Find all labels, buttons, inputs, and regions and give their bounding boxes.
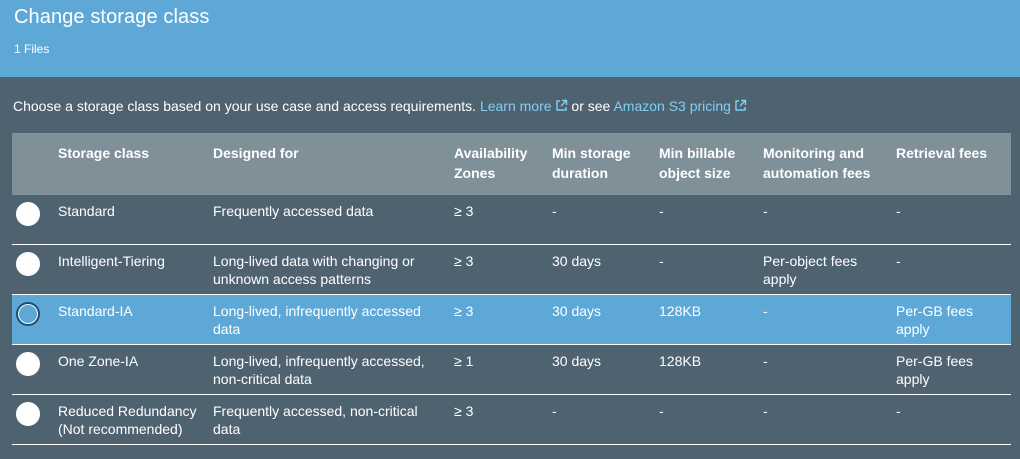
learn-more-link[interactable]: Learn more (480, 98, 568, 114)
availability-zones: ≥ 3 (454, 403, 474, 419)
column-header: Storage class (58, 145, 150, 161)
min-storage-duration: 30 days (552, 253, 602, 269)
designed-for: Long-lived, infrequently accessed data (213, 303, 421, 337)
availability-zones: ≥ 3 (454, 303, 474, 319)
column-header: Designed for (213, 145, 299, 161)
monitoring-fees: - (763, 353, 768, 369)
radio-button[interactable] (16, 352, 40, 376)
availability-zones: ≥ 3 (454, 253, 474, 269)
page-title: Change storage class (14, 6, 210, 28)
storage-class-table: Storage class Designed for Availability … (12, 133, 1011, 446)
monitoring-fees: - (763, 403, 768, 419)
column-header: Retrieval fees (896, 145, 988, 161)
monitoring-fees: - (763, 303, 768, 319)
designed-for: Frequently accessed, non-critical data (213, 403, 418, 437)
radio-button[interactable] (16, 302, 40, 326)
or-see-text: or see (571, 98, 611, 114)
pricing-label: Amazon S3 pricing (613, 98, 731, 114)
monitoring-fees: Per-object fees apply (763, 253, 858, 287)
radio-button[interactable] (16, 252, 40, 276)
storage-class-name: Standard (58, 203, 115, 219)
retrieval-fees: - (896, 203, 901, 219)
external-link-icon (735, 99, 747, 111)
min-storage-duration: 30 days (552, 303, 602, 319)
table-row[interactable]: Standard Frequently accessed data ≥ 3 - … (12, 195, 1011, 245)
column-header: Min storage duration (552, 145, 631, 181)
file-count: 1 Files (14, 42, 50, 56)
min-billable-size: 128KB (659, 303, 702, 319)
table-header: Storage class Designed for Availability … (12, 133, 1011, 195)
monitoring-fees: - (763, 203, 768, 219)
min-billable-size: - (659, 403, 664, 419)
column-header: Min billable object size (659, 145, 736, 181)
availability-zones: ≥ 3 (454, 203, 474, 219)
column-header: Availability Zones (454, 145, 528, 181)
intro-text: Choose a storage class based on your use… (13, 98, 747, 114)
intro-description: Choose a storage class based on your use… (13, 98, 477, 114)
storage-class-name: One Zone-IA (58, 353, 139, 369)
learn-more-label: Learn more (479, 98, 552, 114)
table-row[interactable]: Intelligent-Tiering Long-lived data with… (12, 245, 1011, 295)
min-storage-duration: - (552, 403, 557, 419)
storage-class-name: Standard-IA (58, 303, 133, 319)
min-billable-size: - (659, 203, 664, 219)
availability-zones: ≥ 1 (454, 353, 474, 369)
pricing-link[interactable]: Amazon S3 pricing (613, 98, 747, 114)
table-row[interactable]: Reduced Redundancy (Not recommended) Fre… (12, 395, 1011, 445)
radio-button[interactable] (16, 202, 40, 226)
retrieval-fees: Per-GB fees apply (896, 303, 974, 337)
table-row[interactable]: One Zone-IA Long-lived, infrequently acc… (12, 345, 1011, 395)
designed-for: Long-lived, infrequently accessed, non-c… (213, 353, 425, 387)
min-billable-size: 128KB (659, 353, 702, 369)
retrieval-fees: - (896, 403, 901, 419)
min-billable-size: - (659, 253, 664, 269)
designed-for: Frequently accessed data (213, 203, 374, 219)
retrieval-fees: - (896, 253, 901, 269)
min-storage-duration: - (552, 203, 557, 219)
radio-button[interactable] (16, 402, 40, 426)
column-header: Monitoring and automation fees (763, 145, 871, 181)
external-link-icon (555, 99, 567, 111)
min-storage-duration: 30 days (552, 353, 602, 369)
storage-class-name: Intelligent-Tiering (58, 253, 165, 269)
designed-for: Long-lived data with changing or unknown… (213, 253, 415, 287)
storage-class-name: Reduced Redundancy (Not recommended) (58, 403, 197, 437)
retrieval-fees: Per-GB fees apply (896, 353, 974, 387)
table-row-selected[interactable]: Standard-IA Long-lived, infrequently acc… (12, 295, 1011, 345)
modal-header: Change storage class 1 Files (0, 0, 1020, 77)
